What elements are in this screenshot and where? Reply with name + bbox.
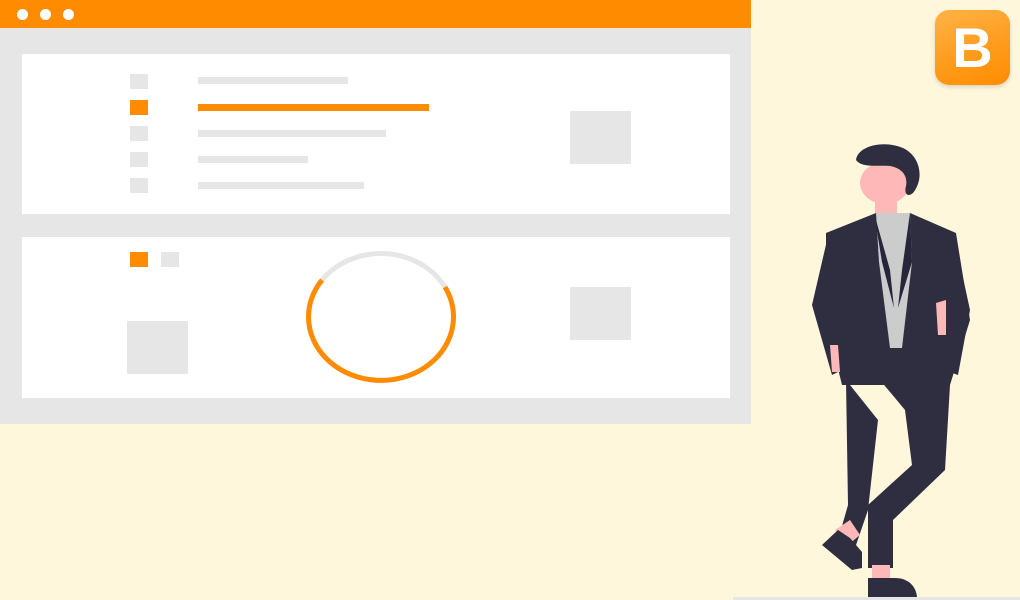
front-shoe	[868, 578, 917, 597]
front-leg	[868, 380, 950, 568]
person-illustration	[812, 144, 970, 597]
